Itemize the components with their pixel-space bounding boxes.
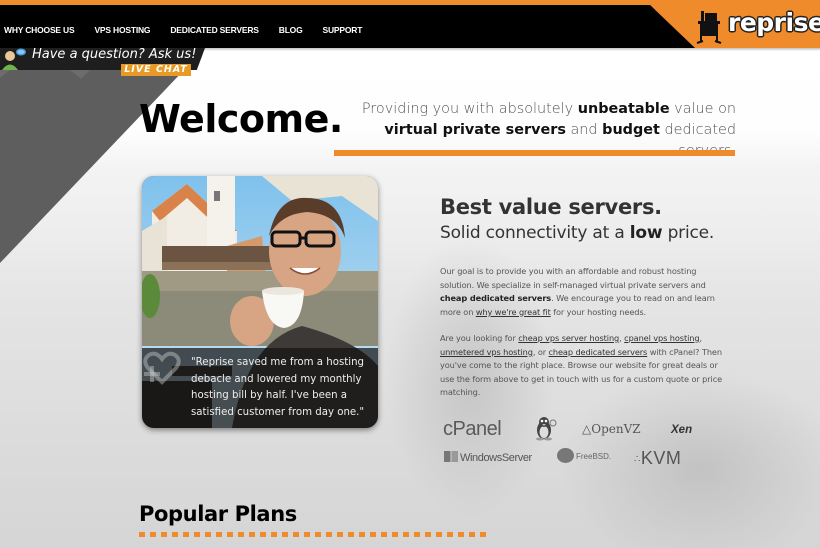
- windows-flag-icon: [444, 451, 458, 462]
- xen-logo: Xen: [671, 424, 693, 436]
- section-subheadline: Solid connectivity at a low price.: [440, 223, 714, 243]
- chat-question[interactable]: Have a question? Ask us!: [32, 47, 196, 62]
- windows-server-logo: WindowsServer: [444, 451, 532, 464]
- tagline-text: and: [565, 122, 603, 138]
- tagline-divider: [334, 150, 735, 156]
- popular-plans-heading: Popular Plans: [139, 502, 297, 526]
- freebsd-logo: FreeBSD.: [557, 448, 611, 463]
- why-great-fit-link[interactable]: why we're great fit: [476, 307, 551, 317]
- openvz-label: OpenVZ: [591, 422, 641, 436]
- services-paragraph: Are you looking for cheap vps server hos…: [440, 332, 732, 400]
- intro-paragraph: Our goal is to provide you with an affor…: [440, 265, 732, 319]
- cheap-dedicated-link[interactable]: cheap dedicated servers: [549, 347, 648, 357]
- para-text: Our goal is to provide you with an affor…: [440, 266, 706, 290]
- tagline-text: value on: [669, 101, 736, 117]
- testimonial-card: "Reprise saved me from a hosting debacle…: [142, 176, 378, 428]
- kvm-dots-icon: ∴: [634, 454, 641, 465]
- freebsd-label: FreeBSD.: [576, 452, 612, 461]
- section-headline: Best value servers.: [440, 195, 662, 219]
- para-text: Are you looking for: [440, 333, 519, 343]
- nav-item-vps-hosting[interactable]: VPS HOSTING: [94, 25, 150, 35]
- nav-item-dedicated-servers[interactable]: DEDICATED SERVERS: [170, 25, 259, 35]
- desk-logo-icon[interactable]: [696, 8, 722, 46]
- testimonial-overlay: "Reprise saved me from a hosting debacle…: [142, 348, 378, 428]
- tagline-bold: unbeatable: [577, 101, 670, 117]
- kvm-label: KVM: [640, 448, 682, 468]
- para-bold: cheap dedicated servers: [440, 293, 552, 304]
- nav-item-why-choose-us[interactable]: WHY CHOOSE US: [4, 25, 75, 35]
- tagline-bold: virtual private servers: [384, 122, 566, 138]
- popular-plans-divider: [139, 532, 491, 537]
- subhead-bold: low: [629, 223, 663, 243]
- welcome-heading: Welcome.: [139, 97, 343, 141]
- nav-menu: WHY CHOOSE US VPS HOSTING DEDICATED SERV…: [4, 25, 362, 35]
- openvz-logo: △OpenVZ: [582, 422, 641, 436]
- cheap-vps-link[interactable]: cheap vps server hosting: [518, 333, 619, 343]
- subhead-text: price.: [662, 223, 715, 243]
- nav-item-support[interactable]: SUPPORT: [323, 25, 363, 35]
- heart-plus-icon: [143, 351, 181, 385]
- para-text: for your hosting needs.: [550, 306, 647, 317]
- tagline-bold: budget: [602, 122, 660, 138]
- support-avatar-icon: [2, 48, 26, 70]
- tagline-text: Providing you with absolutely: [361, 101, 578, 117]
- cpanel-logo: cPanel: [443, 418, 502, 440]
- brand-logo[interactable]: reprise: [728, 8, 820, 37]
- para-text: , or: [532, 346, 549, 357]
- freebsd-icon: [557, 448, 574, 463]
- cpanel-vps-link[interactable]: cpanel vps hosting: [624, 333, 699, 343]
- linux-tux-icon: [536, 417, 557, 441]
- unmetered-vps-link[interactable]: unmetered vps hosting: [440, 347, 533, 357]
- testimonial-quote: "Reprise saved me from a hosting debacle…: [191, 357, 365, 418]
- subhead-text: Solid connectivity at a: [440, 223, 630, 243]
- kvm-logo: ∴KVM: [634, 448, 681, 469]
- windows-server-label: WindowsServer: [460, 452, 532, 464]
- nav-item-blog[interactable]: BLOG: [279, 25, 303, 35]
- openvz-icon: △: [582, 422, 592, 436]
- live-chat-button[interactable]: LIVE CHAT: [121, 64, 191, 76]
- para-text: ,: [699, 333, 702, 343]
